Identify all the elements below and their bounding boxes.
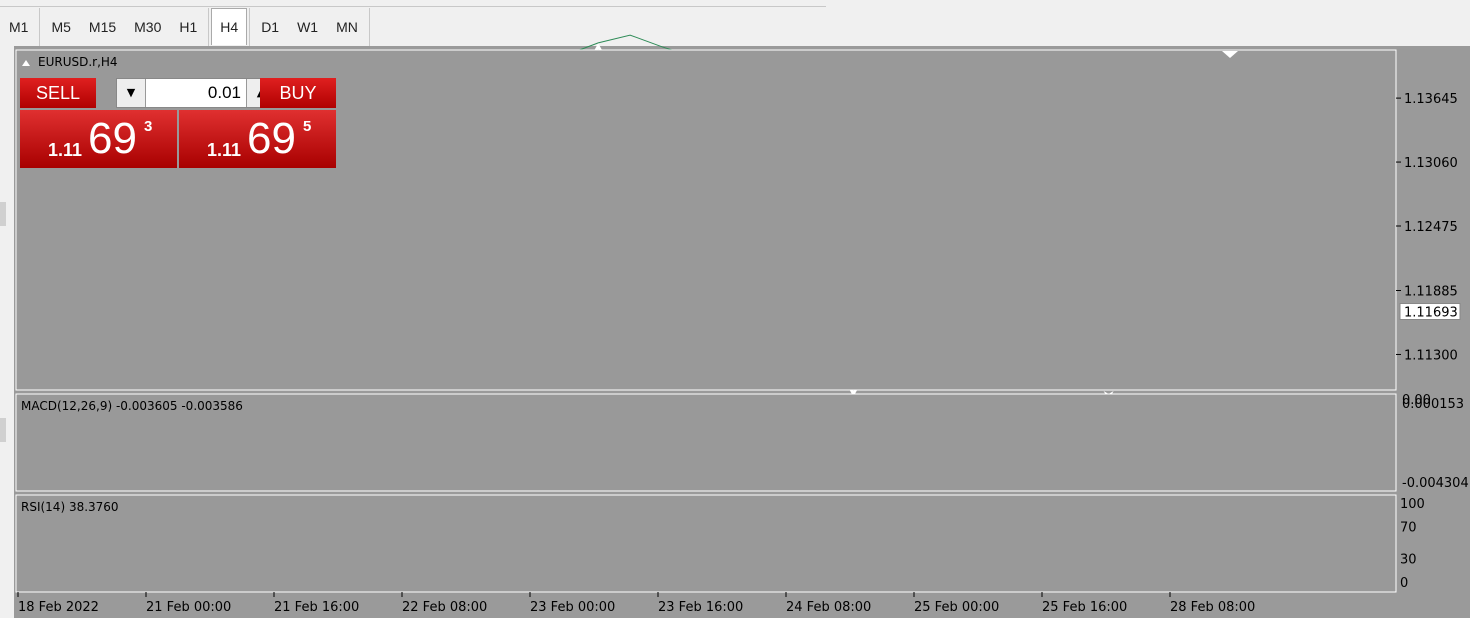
sell-price-prefix: 1.11 bbox=[48, 140, 83, 160]
panel-frame bbox=[15, 494, 1397, 593]
rsi-tick-label: 30 bbox=[1400, 552, 1417, 567]
lot-size-input[interactable] bbox=[147, 79, 245, 107]
time-tick-label: 25 Feb 00:00 bbox=[914, 600, 999, 615]
time-tick-label: 18 Feb 2022 bbox=[18, 600, 99, 615]
time-tick-label: 24 Feb 08:00 bbox=[786, 600, 871, 615]
lot-decrease-button[interactable]: ▼ bbox=[117, 79, 146, 107]
rsi-tick-label: 70 bbox=[1400, 521, 1417, 536]
time-tick-label: 21 Feb 16:00 bbox=[274, 600, 359, 615]
price-tick-label: 1.11300 bbox=[1404, 348, 1458, 363]
price-tick-label: 1.11885 bbox=[1404, 285, 1458, 300]
time-tick-label: 23 Feb 16:00 bbox=[658, 600, 743, 615]
lot-size-stepper[interactable]: ▼ ▲ bbox=[116, 78, 276, 108]
buy-price-sup: 5 bbox=[303, 118, 312, 135]
rsi-tick-label: 0 bbox=[1400, 576, 1408, 591]
buy-price-quote[interactable]: 1.11 69 5 bbox=[179, 110, 336, 168]
rsi-title: RSI(14) 38.3760 bbox=[21, 500, 119, 514]
time-tick-label: 21 Feb 00:00 bbox=[146, 600, 231, 615]
rsi-tick-label: 100 bbox=[1400, 497, 1425, 512]
sell-button[interactable]: SELL bbox=[20, 78, 96, 108]
current-price-label: 1.11693 bbox=[1404, 306, 1458, 321]
one-click-trading-panel: SELL ▼ ▲ BUY 1.11 69 3 1.11 69 5 bbox=[20, 78, 336, 168]
macd-tick-label: -0.004304 bbox=[1402, 476, 1469, 491]
sell-price-quote[interactable]: 1.11 69 3 bbox=[20, 110, 177, 168]
macd-tick-overlay: 0.00 bbox=[1402, 393, 1431, 408]
price-tick-label: 1.12475 bbox=[1404, 220, 1458, 235]
buy-price-big: 69 bbox=[247, 114, 296, 163]
price-tick-label: 1.13060 bbox=[1404, 156, 1458, 171]
symbol-label: EURUSD.r,H4 bbox=[38, 55, 118, 69]
time-tick-label: 22 Feb 08:00 bbox=[402, 600, 487, 615]
buy-button[interactable]: BUY bbox=[260, 78, 336, 108]
time-tick-label: 23 Feb 00:00 bbox=[530, 600, 615, 615]
sell-price-sup: 3 bbox=[144, 118, 153, 135]
buy-price-prefix: 1.11 bbox=[207, 140, 242, 160]
price-tick-label: 1.13645 bbox=[1404, 92, 1458, 107]
sell-price-big: 69 bbox=[88, 114, 137, 163]
macd-title: MACD(12,26,9) -0.003605 -0.003586 bbox=[21, 399, 243, 413]
time-tick-label: 25 Feb 16:00 bbox=[1042, 600, 1127, 615]
time-tick-label: 28 Feb 08:00 bbox=[1170, 600, 1255, 615]
